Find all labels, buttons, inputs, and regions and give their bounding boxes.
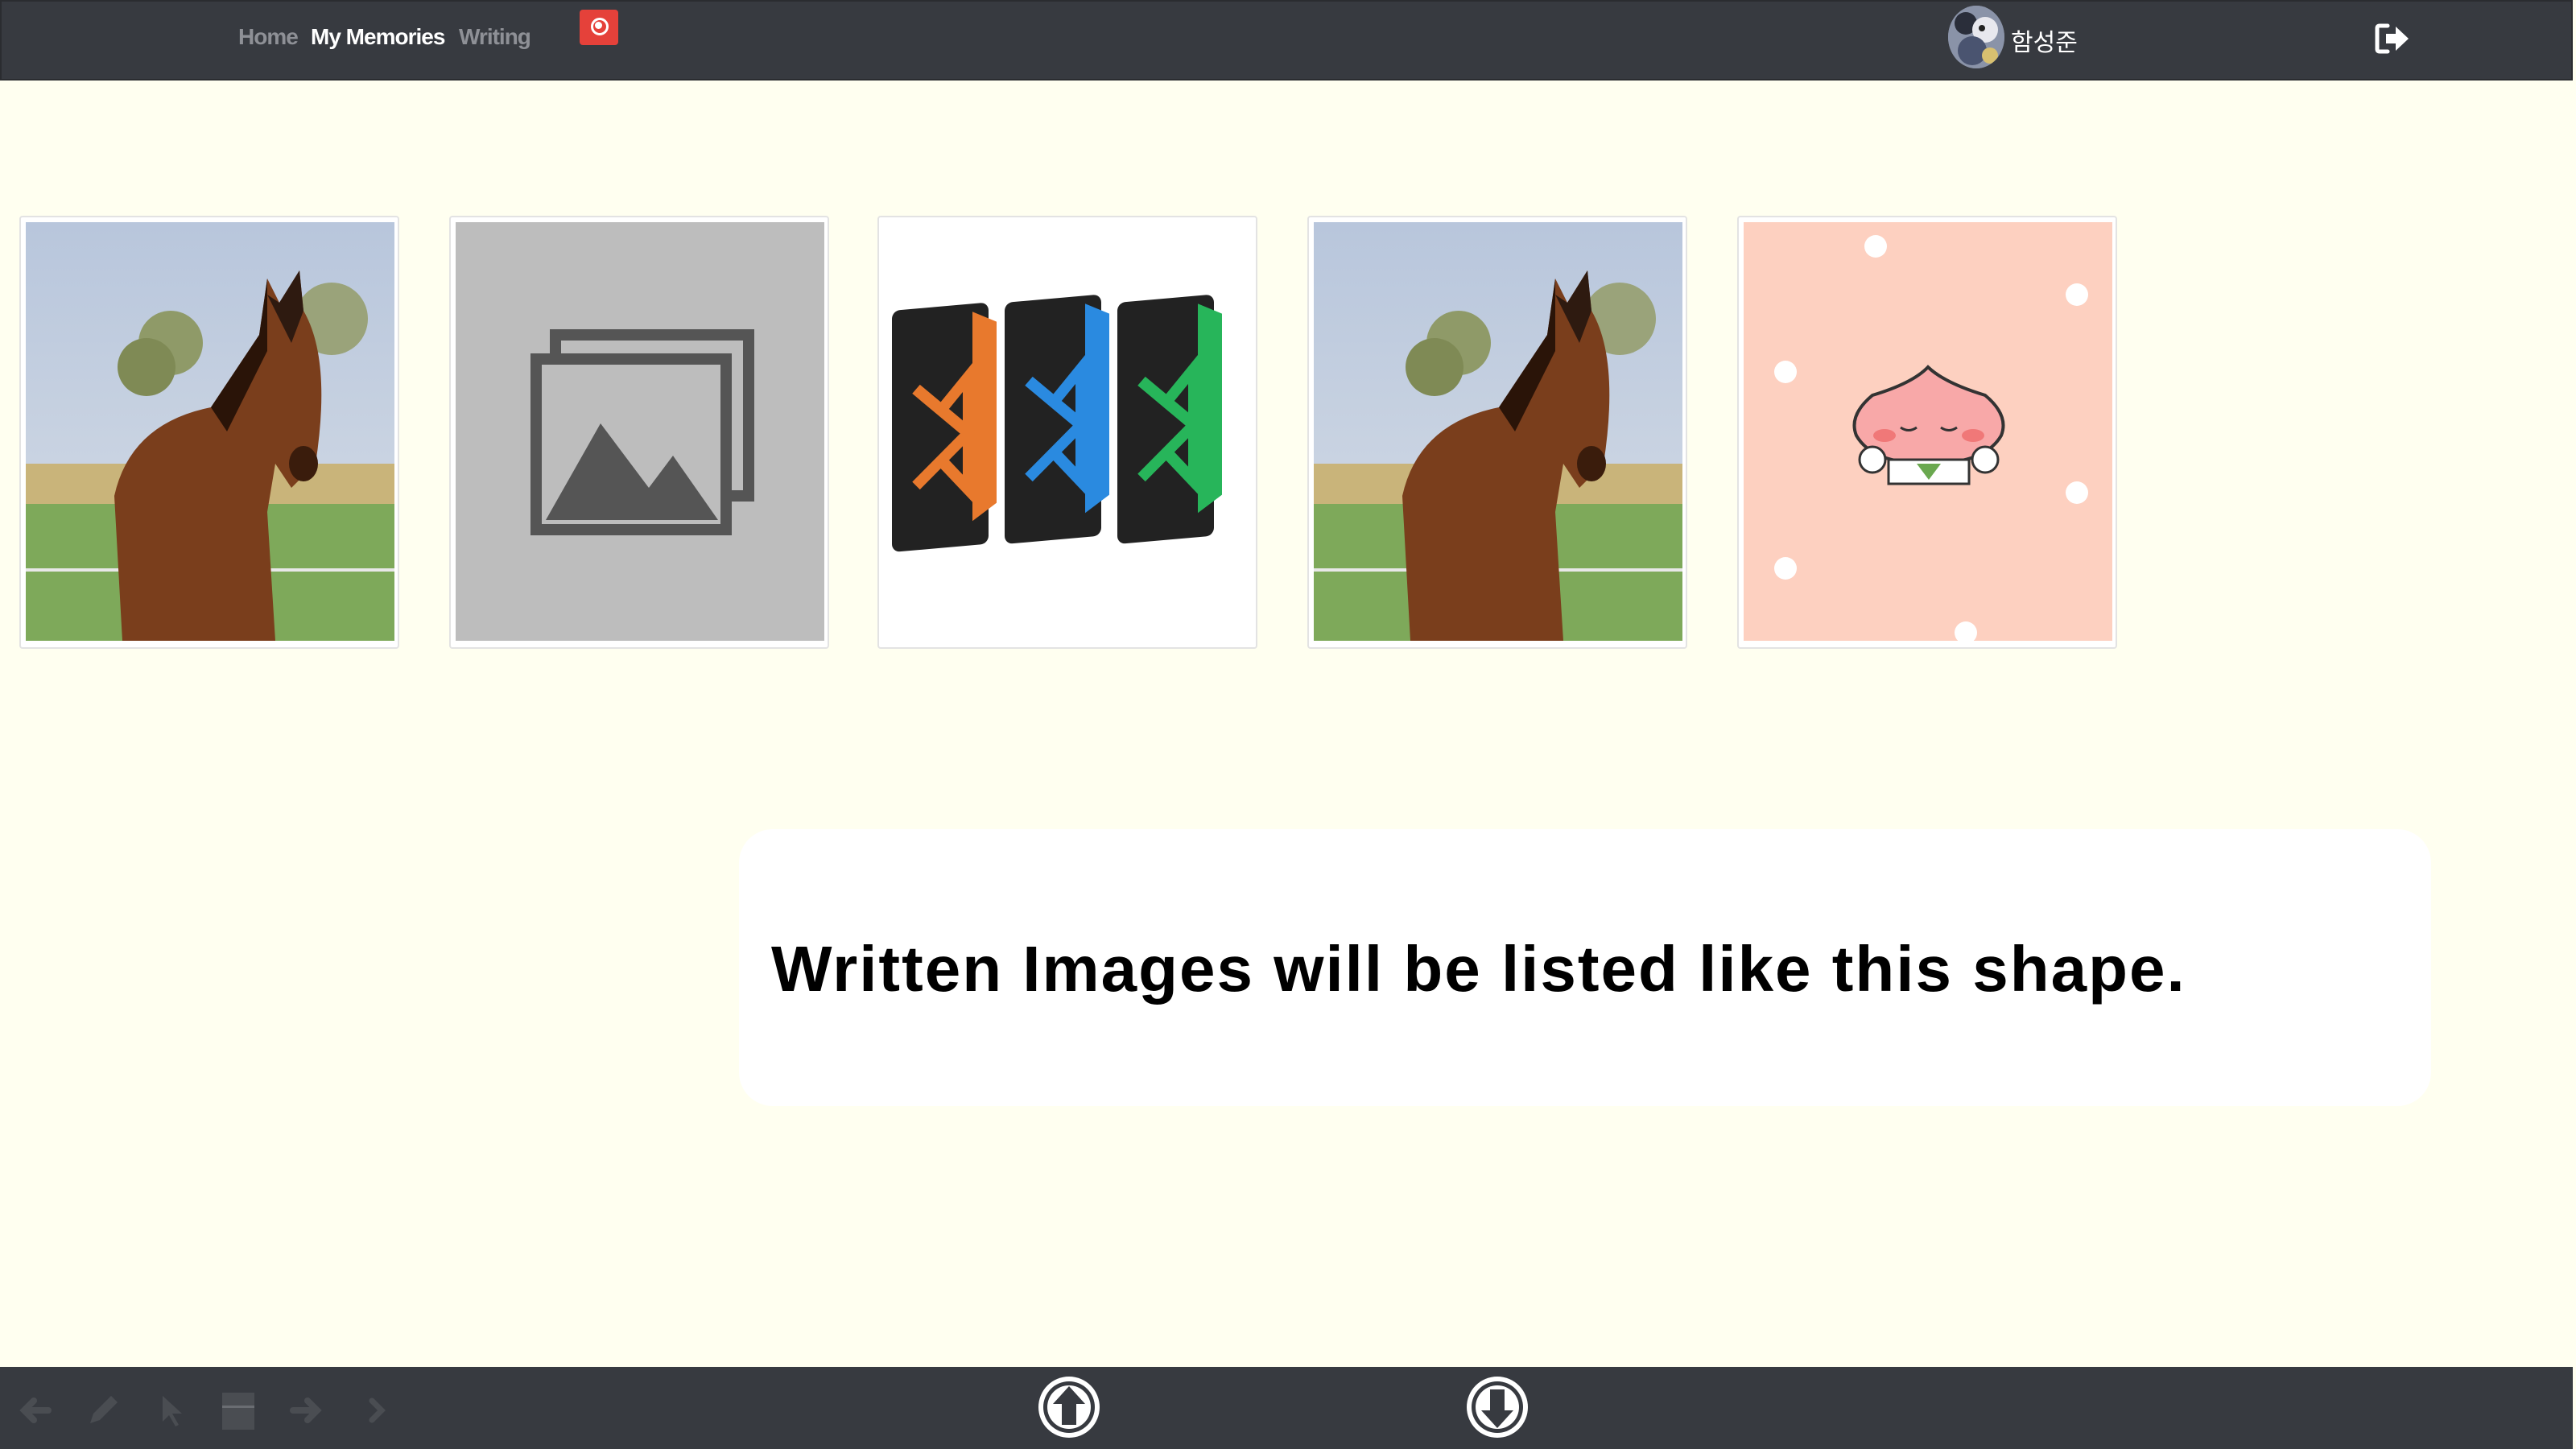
forward-arrow-icon[interactable]: [287, 1391, 325, 1430]
chevron-right-icon[interactable]: [357, 1391, 396, 1430]
vscode-icons: [884, 222, 1253, 641]
back-arrow-icon[interactable]: [16, 1391, 55, 1430]
username: 함성준: [2011, 29, 2078, 57]
scroll-up-button[interactable]: [1035, 1373, 1103, 1441]
top-navbar: Home My Memories Writing 함성준: [0, 0, 2573, 80]
bottom-toolbar: [0, 1367, 2573, 1449]
scroll-down-button[interactable]: [1463, 1373, 1531, 1441]
nav-link-my-memories[interactable]: My Memories: [311, 24, 445, 50]
logout-icon: [2375, 23, 2409, 54]
info-message-box: Written Images will be listed like this …: [739, 829, 2431, 1106]
info-message-text: Written Images will be listed like this …: [771, 933, 2186, 1005]
arrow-down-circle-icon: [1467, 1377, 1528, 1438]
camera-button[interactable]: [580, 10, 618, 45]
peach-character: [1744, 222, 2112, 641]
memory-card[interactable]: [877, 216, 1257, 649]
memory-card[interactable]: [19, 216, 399, 649]
nav-link-home[interactable]: Home: [238, 24, 299, 50]
image-placeholder: [456, 222, 824, 641]
horse-photo: [26, 222, 394, 641]
memory-card[interactable]: [449, 216, 829, 649]
horse-photo: [1314, 222, 1682, 641]
pointer-icon[interactable]: [153, 1391, 192, 1430]
nav-link-writing[interactable]: Writing: [459, 24, 531, 50]
arrow-up-circle-icon: [1038, 1377, 1100, 1438]
pencil-icon[interactable]: [84, 1391, 122, 1430]
eraser-icon[interactable]: [219, 1391, 258, 1430]
avatar[interactable]: [1948, 6, 2004, 68]
logout-button[interactable]: [2375, 21, 2412, 56]
memory-card[interactable]: [1307, 216, 1687, 649]
memory-card[interactable]: [1737, 216, 2117, 649]
